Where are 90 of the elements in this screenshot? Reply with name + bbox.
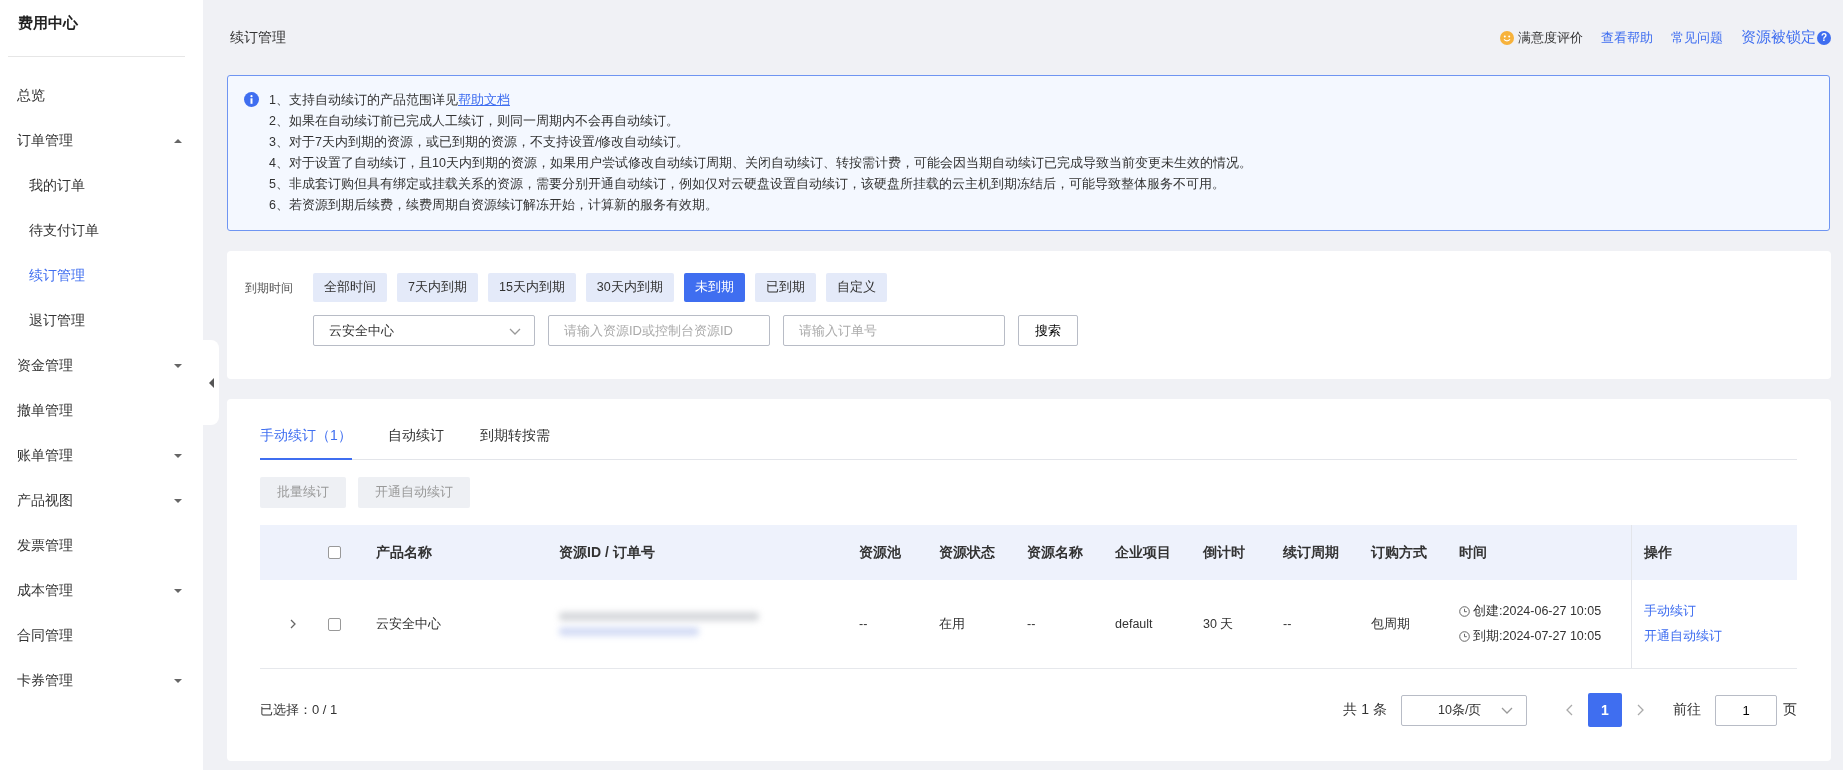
page-number-field[interactable]: 1: [1715, 694, 1777, 726]
clock-icon: [1459, 606, 1470, 617]
column-header: 资源池: [859, 543, 901, 562]
column-header: 操作: [1644, 543, 1672, 562]
clock-icon: [1459, 631, 1470, 642]
goto-label: 前往: [1673, 701, 1701, 719]
tab[interactable]: 手动续订（1）: [260, 427, 352, 460]
time-text: 创建:2024-06-27 10:05: [1473, 603, 1602, 620]
sidebar-item[interactable]: 总览: [0, 73, 203, 118]
page-title: 续订管理: [230, 28, 286, 47]
order-number-field[interactable]: 请输入订单号: [783, 315, 1005, 346]
page-suffix: 页: [1783, 701, 1797, 719]
rating-link[interactable]: 满意度评价: [1500, 28, 1583, 47]
column-header: 企业项目: [1115, 543, 1171, 562]
expand-icon[interactable]: [288, 619, 298, 629]
time-text: 到期:2024-07-27 10:05: [1473, 628, 1602, 645]
row-action-link[interactable]: 开通自动续订: [1644, 628, 1722, 645]
resource-id-field[interactable]: 请输入资源ID或控制台资源ID: [548, 315, 770, 346]
product-select[interactable]: 云安全中心: [313, 315, 535, 346]
sidebar-item[interactable]: 待支付订单: [0, 208, 203, 253]
filter-option[interactable]: 30天内到期: [585, 273, 674, 302]
table-cell: 在用: [939, 615, 965, 633]
column-header: 倒计时: [1203, 543, 1245, 562]
column-header: 续订周期: [1283, 543, 1339, 562]
table-cell: 云安全中心: [376, 615, 441, 633]
sidebar-item[interactable]: 发票管理: [0, 523, 203, 568]
row-checkbox[interactable]: [328, 617, 341, 631]
collapse-handle[interactable]: [203, 340, 219, 425]
notice-text: 1、支持自动续订的产品范围详见帮助文档: [269, 92, 511, 109]
filter-label: 到期时间: [245, 280, 293, 297]
search-button[interactable]: 搜索: [1018, 315, 1078, 346]
next-page-icon: [1636, 704, 1645, 716]
sidebar-item[interactable]: 产品视图: [0, 478, 203, 523]
total-count: 共 1 条: [1343, 701, 1387, 719]
sidebar-item[interactable]: 退订管理: [0, 298, 203, 343]
caret-icon: [173, 676, 183, 685]
sidebar-item[interactable]: 合同管理: [0, 613, 203, 658]
sidebar-item[interactable]: 卡券管理: [0, 658, 203, 703]
tab[interactable]: 到期转按需: [479, 427, 550, 460]
table-cell: default: [1115, 617, 1153, 631]
select-all-checkbox[interactable]: [328, 546, 341, 559]
sidebar-item[interactable]: 资金管理: [0, 343, 203, 388]
smiley-icon: [1500, 30, 1514, 45]
caret-icon: [173, 451, 183, 460]
column-header: 资源名称: [1027, 543, 1083, 562]
table-cell: 30 天: [1203, 615, 1234, 633]
notice-text: 5、非成套订购但具有绑定或挂载关系的资源，需要分别开通自动续订，例如仅对云硬盘设置自动续订，该硬盘所挂载的云主机到期冻结后，可能导致整体服务不可用。: [269, 176, 1226, 193]
page-size-select[interactable]: 10条/页: [1401, 694, 1527, 726]
notice-text: 4、对于设置了自动续订，且10天内到期的资源，如果用户尝试修改自动续订周期、关闭自动续订、转按需计费，可能会因当期自动续订已完成导致当前变更未生效的情况。: [269, 155, 1252, 172]
page-button[interactable]: 1: [1588, 693, 1622, 727]
column-header: 资源状态: [939, 543, 995, 562]
help-link[interactable]: 常见问题: [1671, 28, 1723, 47]
caret-icon: [173, 496, 183, 505]
table-cell: 包周期: [1371, 615, 1410, 633]
info-icon: [244, 92, 259, 107]
sidebar-item[interactable]: 成本管理: [0, 568, 203, 613]
filter-option[interactable]: 未到期: [683, 273, 745, 302]
caret-icon: [173, 586, 183, 595]
caret-icon: [173, 136, 183, 145]
notice-text: 2、如果在自动续订前已完成人工续订，则同一周期内不会再自动续订。: [269, 113, 680, 130]
filter-option[interactable]: 已到期: [754, 273, 816, 302]
sidebar-item[interactable]: 撤单管理: [0, 388, 203, 433]
caret-icon: [173, 361, 183, 370]
column-header: 产品名称: [376, 543, 432, 562]
column-header: 时间: [1459, 543, 1487, 562]
previous-page-icon: [1565, 704, 1574, 716]
sidebar-item[interactable]: 续订管理: [0, 253, 203, 298]
table-cell: --: [1027, 617, 1036, 631]
filter-option[interactable]: 全部时间: [313, 273, 387, 302]
help-docs-link[interactable]: 帮助文档: [457, 93, 510, 107]
help-link[interactable]: 查看帮助: [1601, 28, 1653, 47]
filter-option[interactable]: 7天内到期: [397, 273, 478, 302]
row-action-link[interactable]: 手动续订: [1644, 603, 1722, 620]
sidebar-item[interactable]: 账单管理: [0, 433, 203, 478]
collapse-arrow-icon: [207, 376, 215, 389]
sidebar-item[interactable]: 订单管理: [0, 118, 203, 163]
table-cell: --: [1283, 617, 1292, 631]
tab[interactable]: 自动续订: [387, 427, 444, 460]
selection-count: 已选择：0 / 1: [260, 701, 338, 719]
notice-text: 6、若资源到期后续费，续费周期自资源续订解冻开始，计算新的服务有效期。: [269, 197, 719, 214]
help-icon: ?: [1817, 30, 1831, 45]
table-cell: --: [859, 617, 868, 631]
filter-option[interactable]: 自定义: [825, 273, 887, 302]
sidebar-item[interactable]: 我的订单: [0, 163, 203, 208]
help-link[interactable]: 资源被锁定 ?: [1741, 28, 1831, 47]
column-header: 资源ID / 订单号: [559, 543, 655, 562]
notice-text: 3、对于7天内到期的资源，或已到期的资源，不支持设置/修改自动续订。: [269, 134, 691, 151]
filter-option[interactable]: 15天内到期: [487, 273, 576, 302]
column-header: 订购方式: [1371, 543, 1427, 562]
sidebar-title: 费用中心: [17, 13, 79, 33]
